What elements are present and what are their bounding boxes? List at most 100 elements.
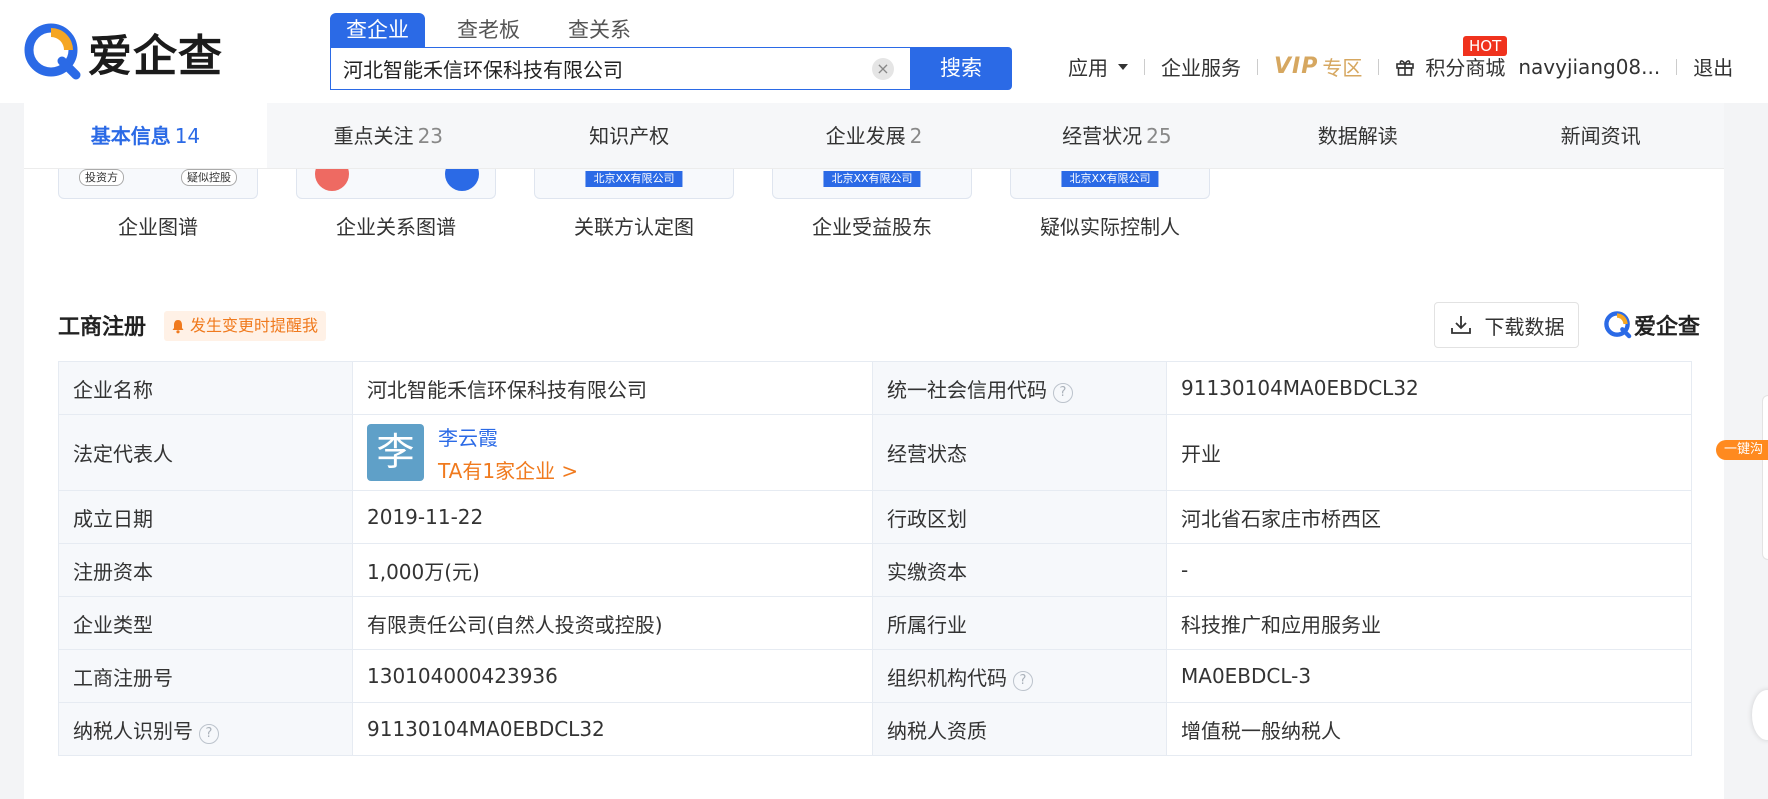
help-icon[interactable]: ? (1013, 670, 1033, 691)
field-label: 企业类型 (58, 596, 353, 650)
points-mall-link[interactable]: 积分商城 (1395, 52, 1505, 81)
vip-zone-label: 专区 (1322, 56, 1363, 80)
search-tabs: 查企业 查老板 查关系 (330, 13, 663, 47)
side-panel-edge[interactable] (1762, 395, 1768, 560)
user-menu[interactable]: navyjiang08... (1518, 55, 1660, 79)
tab-data-insight[interactable]: 数据解读 (1238, 103, 1481, 168)
download-data-button[interactable]: 下载数据 (1434, 302, 1579, 348)
field-label-text: 纳税人识别号 (73, 718, 193, 743)
vip-label: VIP (1274, 54, 1319, 79)
search-button[interactable]: 搜索 (910, 47, 1012, 90)
search-tab-company[interactable]: 查企业 (330, 13, 425, 47)
graph-enterprise-map[interactable]: 投资方 疑似控股 企业图谱 (58, 169, 258, 240)
graph-actual-controller[interactable]: 北京XX有限公司 疑似实际控制人 (1010, 169, 1210, 240)
table-row: 注册资本 1,000万(元) 实缴资本 - (58, 543, 1692, 597)
section-title: 工商注册 (58, 315, 147, 340)
tab-count: 23 (417, 124, 444, 148)
top-nav: 应用 企业服务 VIP 专区 积分商城 navyjiang08... 退出 (1068, 52, 1733, 81)
graph-label: 企业受益股东 (812, 215, 932, 239)
vip-zone-link[interactable]: VIP 专区 (1274, 52, 1362, 81)
field-label: 行政区划 (872, 490, 1167, 544)
search-input[interactable]: 河北智能禾信环保科技有限公司 × (330, 47, 912, 90)
detail-tabs: 基本信息 14 重点关注 23 知识产权 企业发展 2 经营状况 25 数据解读 新闻资… (24, 103, 1724, 169)
status-value: 开业 (1166, 414, 1692, 491)
change-remind-button[interactable]: 发生变更时提醒我 (164, 311, 327, 341)
table-row: 成立日期 2019-11-22 行政区划 河北省石家庄市桥西区 (58, 490, 1692, 544)
region-value: 河北省石家庄市桥西区 (1166, 490, 1692, 544)
graph-relation-map[interactable]: 企业关系图谱 (296, 169, 496, 240)
change-remind-label: 发生变更时提醒我 (190, 316, 319, 335)
apps-menu[interactable]: 应用 (1068, 52, 1128, 81)
field-label: 纳税人识别号? (58, 702, 353, 756)
field-label: 工商注册号 (58, 649, 353, 703)
tab-count: 25 (1146, 124, 1172, 148)
tab-count: 14 (174, 124, 201, 148)
logo-text: 爱企查 (88, 31, 223, 82)
points-mall-label: 积分商城 (1425, 56, 1506, 80)
search-tab-boss[interactable]: 查老板 (441, 13, 536, 47)
nav-divider (1676, 58, 1678, 75)
field-label: 所属行业 (872, 596, 1167, 650)
nav-divider (1144, 58, 1145, 75)
tab-label: 经营状况 (1062, 124, 1143, 148)
avatar[interactable]: 李 (367, 424, 424, 481)
logo-icon (1604, 311, 1632, 339)
graph-beneficiary[interactable]: 北京XX有限公司 企业受益股东 (772, 169, 972, 240)
thumb-node-investor: 投资方 (79, 169, 124, 186)
search-tab-relation[interactable]: 查关系 (552, 13, 647, 47)
graph-thumbnail (296, 169, 496, 199)
help-icon[interactable]: ? (1053, 382, 1073, 403)
table-row: 企业类型 有限责任公司(自然人投资或控股) 所属行业 科技推广和应用服务业 (58, 596, 1692, 650)
tax-id-value: 91130104MA0EBDCL32 (352, 702, 873, 756)
tab-count: 2 (909, 124, 923, 148)
clear-icon[interactable]: × (872, 57, 894, 80)
legal-rep: 李 李云霞 TA有1家企业 > (367, 422, 858, 484)
graph-entries: 投资方 疑似控股 企业图谱 企业关系图谱 北京XX有限公司 关联方认定图 北京X… (58, 169, 1248, 240)
logo[interactable]: 爱企查 (24, 20, 223, 84)
logout-link[interactable]: 退出 (1693, 52, 1733, 81)
paid-capital-value: - (1166, 543, 1692, 597)
tab-basic-info[interactable]: 基本信息 14 (24, 103, 267, 168)
download-icon (1450, 316, 1471, 334)
tab-label: 新闻资讯 (1560, 124, 1641, 148)
thumb-node (445, 169, 479, 191)
tab-news[interactable]: 新闻资讯 (1481, 103, 1724, 168)
graph-label: 企业关系图谱 (336, 215, 456, 239)
side-contact-tag[interactable]: 一键沟 (1716, 440, 1768, 460)
company-detail-card: 基本信息 14 重点关注 23 知识产权 企业发展 2 经营状况 25 数据解读 新闻资… (24, 103, 1724, 799)
tab-key-focus[interactable]: 重点关注 23 (267, 103, 510, 168)
brand-watermark-text: 爱企查 (1634, 315, 1701, 340)
field-label: 注册资本 (58, 543, 353, 597)
tax-qualification-value: 增值税一般纳税人 (1166, 702, 1692, 756)
tab-ip[interactable]: 知识产权 (510, 103, 753, 168)
legal-rep-cell: 李 李云霞 TA有1家企业 > (352, 414, 873, 491)
tab-label: 数据解读 (1317, 124, 1398, 148)
graph-label: 关联方认定图 (574, 215, 694, 239)
field-label: 企业名称 (58, 361, 353, 415)
table-row: 纳税人识别号? 91130104MA0EBDCL32 纳税人资质 增值税一般纳税… (58, 702, 1692, 756)
bell-icon (172, 320, 184, 334)
tab-operations[interactable]: 经营状况 25 (995, 103, 1238, 168)
help-icon[interactable]: ? (199, 723, 219, 744)
graph-label: 疑似实际控制人 (1040, 215, 1180, 239)
enterprise-service-link[interactable]: 企业服务 (1161, 52, 1241, 81)
tab-label: 基本信息 (90, 124, 171, 148)
tab-development[interactable]: 企业发展 2 (753, 103, 996, 168)
graph-related-party[interactable]: 北京XX有限公司 关联方认定图 (534, 169, 734, 240)
legal-rep-companies-link[interactable]: TA有1家企业 > (438, 455, 578, 484)
tab-label: 企业发展 (825, 124, 906, 148)
download-label: 下载数据 (1484, 314, 1565, 339)
chevron-down-icon (1118, 63, 1128, 70)
legal-rep-name[interactable]: 李云霞 (438, 422, 578, 451)
brand-watermark: 爱企查 (1604, 309, 1700, 341)
company-type-value: 有限责任公司(自然人投资或控股) (352, 596, 873, 650)
nav-divider (1257, 58, 1258, 75)
gift-icon (1396, 59, 1415, 76)
thumb-chip: 北京XX有限公司 (1061, 171, 1159, 187)
tab-label: 知识产权 (589, 124, 670, 148)
side-float-button[interactable] (1752, 690, 1768, 740)
graph-thumbnail: 投资方 疑似控股 (58, 169, 258, 199)
graph-thumbnail: 北京XX有限公司 (772, 169, 972, 199)
apps-menu-label: 应用 (1068, 56, 1108, 80)
industry-value: 科技推广和应用服务业 (1166, 596, 1692, 650)
